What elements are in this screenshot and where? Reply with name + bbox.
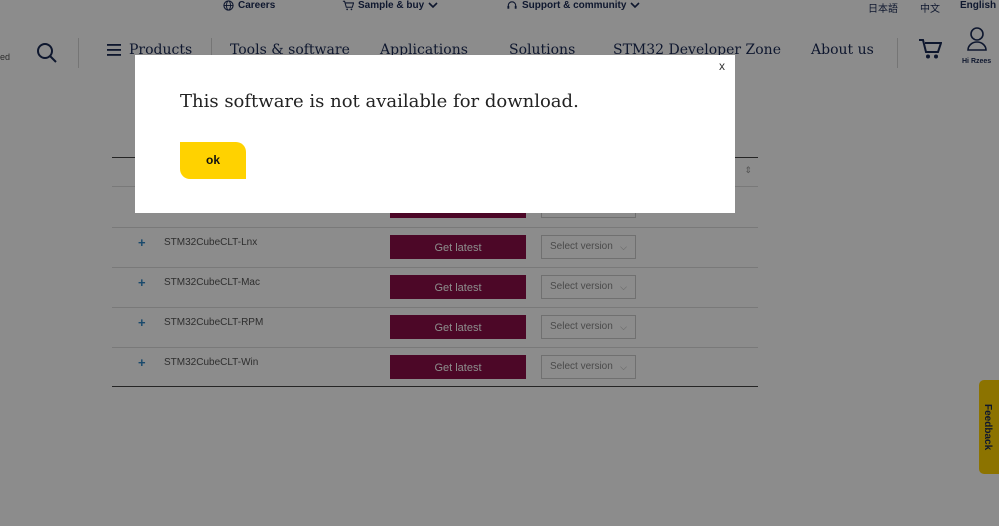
- ok-button[interactable]: ok: [180, 142, 246, 179]
- download-unavailable-dialog: x This software is not available for dow…: [135, 55, 735, 213]
- close-button[interactable]: x: [719, 59, 725, 73]
- dialog-message: This software is not available for downl…: [180, 91, 579, 112]
- page: Careers Sample & buy Support & community…: [0, 0, 999, 526]
